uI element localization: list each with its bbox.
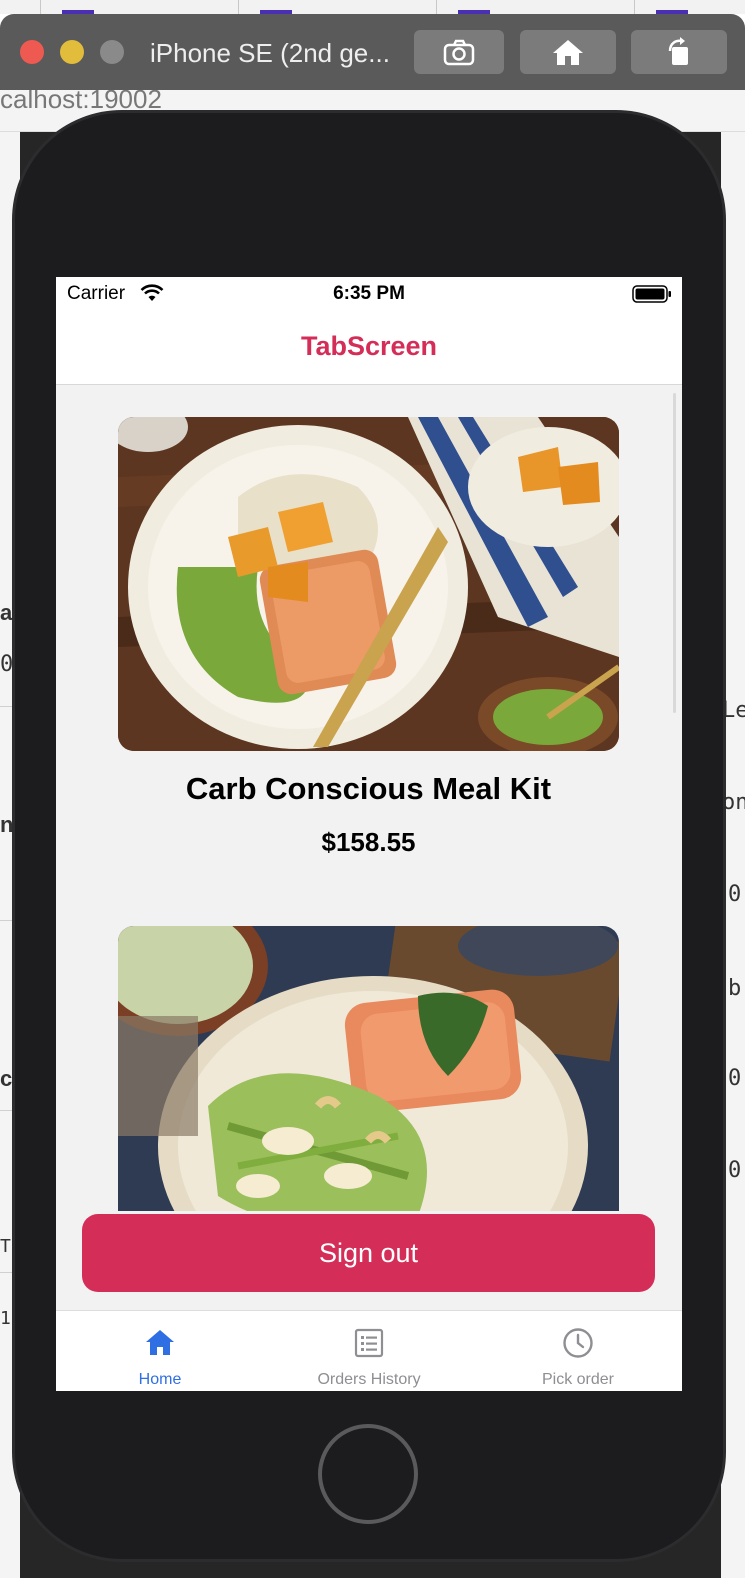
page-title: TabScreen [300,331,438,361]
tab-label: Orders History [317,1371,421,1388]
simulator-title: iPhone SE (2nd ge... [150,38,390,68]
meal-card[interactable] [118,926,619,1211]
screenshot-stage: calhost:19002 a 0 Le n on 0 b c 0 0 Tu 1… [0,0,745,1578]
bg-fragment: c [0,1066,13,1091]
zoom-window-button[interactable] [100,40,124,64]
list-icon [354,1328,384,1358]
tab-divider [40,0,41,14]
tab-orders-history[interactable]: Orders History [265,1311,473,1391]
sign-out-button[interactable]: Sign out [82,1214,655,1292]
navigation-header: TabScreen [56,311,682,385]
battery-icon [632,285,671,303]
app-screen: Carrier 6:35 PM TabScreen Carb Conscious… [56,277,682,1391]
salmon-salad-image [118,926,619,1211]
meal-image [118,417,619,751]
home-icon [553,40,583,65]
bg-fragment: 0 [728,1158,742,1183]
meal-list[interactable]: Carb Conscious Meal Kit $158.55 [56,385,682,1211]
screenshot-button[interactable] [414,30,504,74]
bg-fragment: a [0,600,13,625]
browser-tab-strip [0,0,745,14]
tab-home[interactable]: Home [56,1311,264,1391]
simulator-toolbar: iPhone SE (2nd ge... [0,14,745,90]
meal-name: Carb Conscious Meal Kit [185,771,552,806]
tab-label: Pick order [541,1371,615,1388]
bg-fragment: 0 [728,882,742,907]
minimize-window-button[interactable] [60,40,84,64]
bg-fragment: b [728,976,742,1001]
salmon-plate-image [118,417,619,751]
tab-label: Home [138,1371,182,1388]
close-window-button[interactable] [20,40,44,64]
meal-image [118,926,619,1211]
bg-fragment: 1 [0,1308,11,1329]
home-icon [146,1330,174,1355]
meal-price: $158.55 [321,827,416,857]
bg-fragment: 0 [728,1066,742,1091]
tab-divider [436,0,437,14]
tab-bar: Home Orders History Pick order [56,1310,682,1391]
tab-divider [238,0,239,14]
camera-icon [443,39,475,66]
status-time: 6:35 PM [333,283,405,304]
clock-icon [563,1328,593,1358]
home-button[interactable] [520,30,616,74]
meal-card[interactable]: Carb Conscious Meal Kit $158.55 [118,417,619,858]
rotate-icon [668,37,688,65]
device-home-button[interactable] [318,1424,418,1524]
rotate-button[interactable] [631,30,727,74]
tab-divider [634,0,635,14]
tab-pick-order[interactable]: Pick order [474,1311,682,1391]
status-bar: Carrier 6:35 PM [56,277,682,311]
scrollbar[interactable] [673,393,676,713]
